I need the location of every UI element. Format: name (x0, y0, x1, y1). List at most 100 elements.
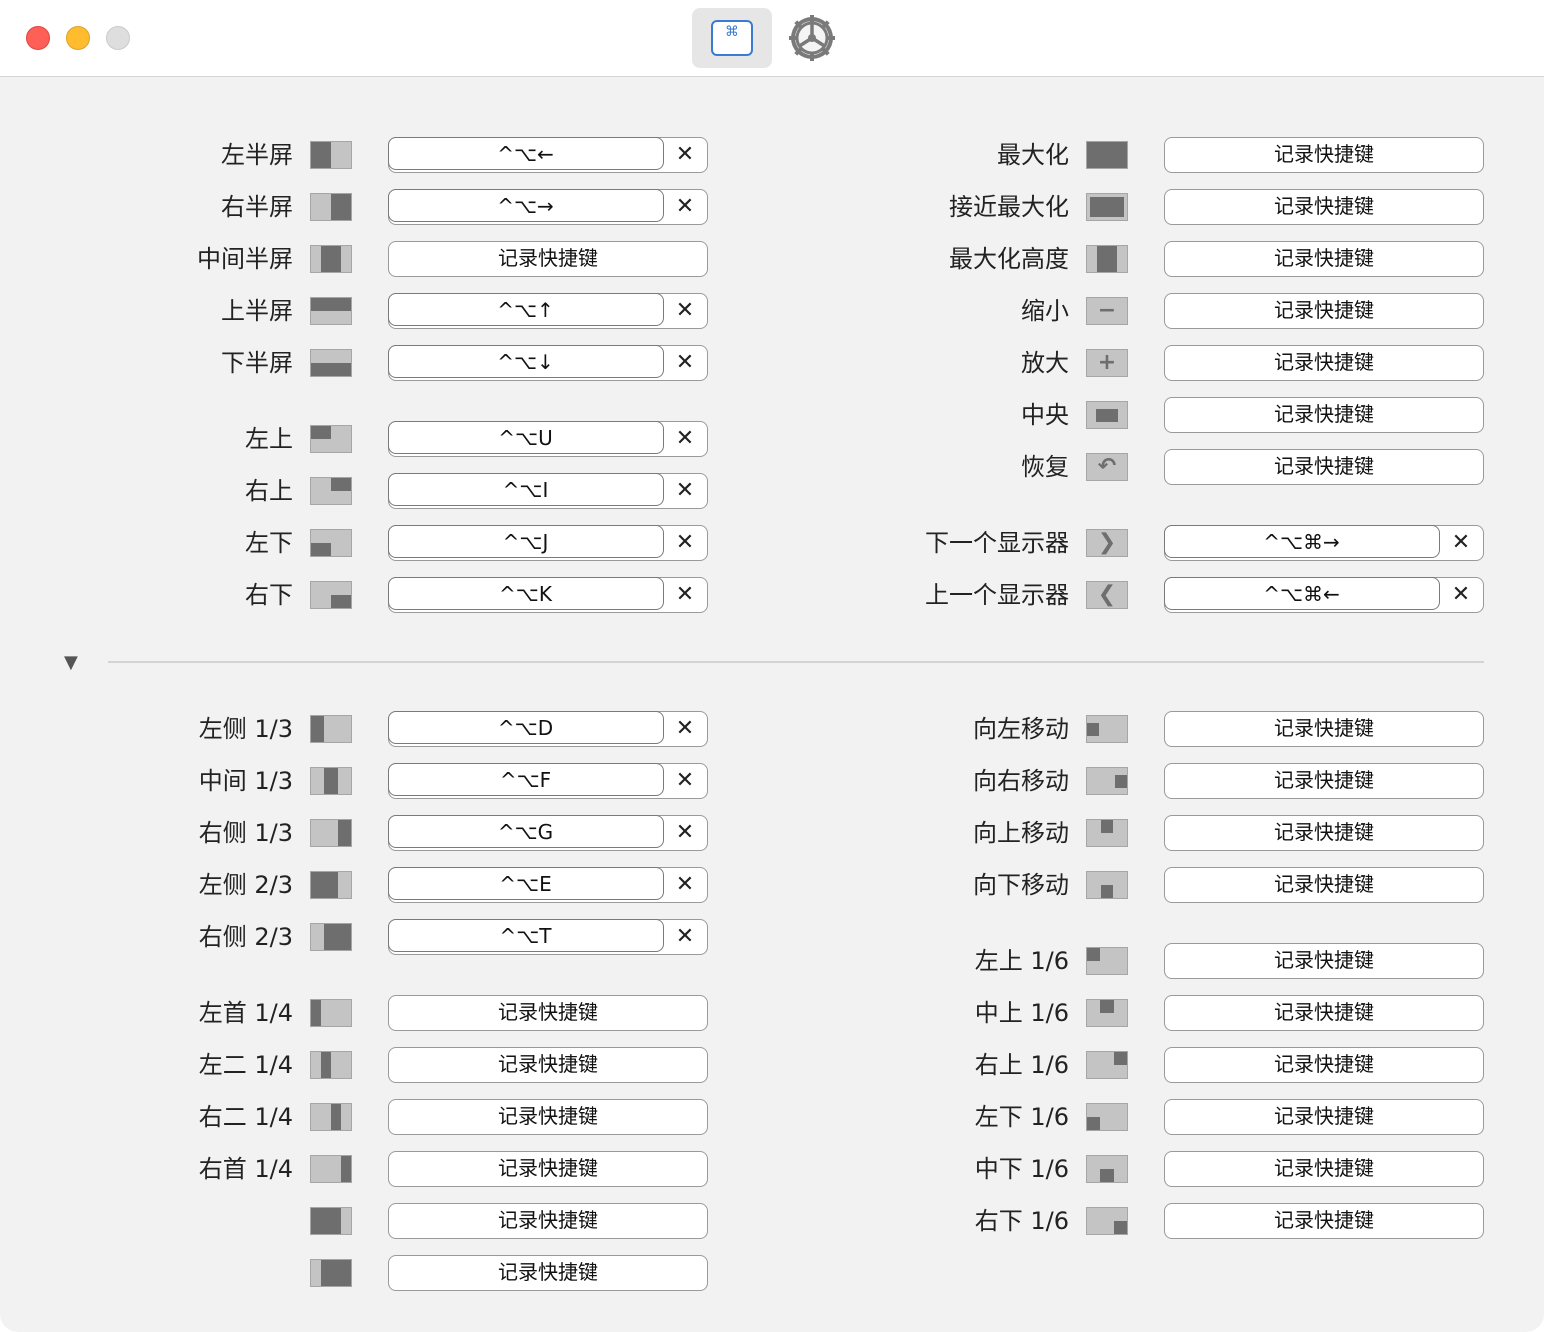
shortcut-recorder[interactable]: 记录快捷键 (1164, 763, 1484, 799)
record-shortcut-button[interactable]: 记录快捷键 (1165, 294, 1483, 327)
shortcut-recorder[interactable]: 记录快捷键 (1164, 189, 1484, 225)
close-window-button[interactable] (26, 26, 50, 50)
disclosure-triangle-icon[interactable]: ▼ (64, 652, 78, 673)
shortcut-recorder[interactable]: 记录快捷键 (1164, 995, 1484, 1031)
maximize-height-icon (1086, 245, 1128, 273)
keyboard-command-icon: ⌘ (711, 20, 753, 56)
shortcut-recorder[interactable]: 记录快捷键 (1164, 1099, 1484, 1135)
record-shortcut-button[interactable]: 记录快捷键 (1165, 712, 1483, 745)
shortcut-row-restore: 恢复 ↶ 记录快捷键 (0, 449, 1544, 485)
record-shortcut-button[interactable]: 记录快捷键 (1165, 764, 1483, 797)
shortcut-label: 向左移动 (973, 715, 1069, 743)
shortcut-row-move-left: 向左移动 记录快捷键 (0, 711, 1544, 747)
move-up-icon (1086, 819, 1128, 847)
shortcut-row-move-up: 向上移动 记录快捷键 (0, 815, 1544, 851)
gear-icon (789, 15, 835, 61)
record-shortcut-button[interactable]: 记录快捷键 (1165, 450, 1483, 483)
shortcut-row-bottom-right-sixth: 右下 1/6 记录快捷键 (0, 1203, 1544, 1239)
record-shortcut-button[interactable]: 记录快捷键 (389, 1256, 707, 1289)
shortcut-recorder[interactable]: ^⌥⌘→ ✕ (1163, 524, 1484, 561)
record-shortcut-button[interactable]: 记录快捷键 (1165, 242, 1483, 275)
shortcut-label: 放大 (1021, 349, 1069, 377)
shortcut-label: 右上 1/6 (974, 1051, 1069, 1079)
record-shortcut-button[interactable]: 记录快捷键 (1165, 1048, 1483, 1081)
top-right-sixth-icon (1086, 1051, 1128, 1079)
shortcut-row-maximize-height: 最大化高度 记录快捷键 (0, 241, 1544, 277)
shortcut-recorder[interactable]: ^⌥⌘← ✕ (1163, 576, 1484, 613)
shortcut-row-bottom-center-sixth: 中下 1/6 记录快捷键 (0, 1151, 1544, 1187)
shortcut-label: 恢复 (1021, 453, 1069, 481)
shortcut-label: 上一个显示器 (925, 581, 1069, 609)
shortcut-label: 最大化 (997, 141, 1069, 169)
bottom-center-sixth-icon (1086, 1155, 1128, 1183)
shortcut-recorder[interactable]: 记录快捷键 (388, 1255, 708, 1291)
record-shortcut-button[interactable]: 记录快捷键 (1165, 1152, 1483, 1185)
smaller-icon: − (1086, 297, 1128, 325)
record-shortcut-button[interactable]: 记录快捷键 (1165, 190, 1483, 223)
bottom-left-sixth-icon (1086, 1103, 1128, 1131)
shortcut-row-smaller: 缩小 − 记录快捷键 (0, 293, 1544, 329)
shortcut-recorder[interactable]: 记录快捷键 (1164, 943, 1484, 979)
shortcut-recorder[interactable]: 记录快捷键 (1164, 1203, 1484, 1239)
shortcut-recorder[interactable]: 记录快捷键 (1164, 449, 1484, 485)
shortcut-recorder[interactable]: 记录快捷键 (1164, 345, 1484, 381)
shortcut-label: 中上 1/6 (974, 999, 1069, 1027)
record-shortcut-button[interactable]: 记录快捷键 (1165, 944, 1483, 977)
shortcut-row-larger: 放大 + 记录快捷键 (0, 345, 1544, 381)
shortcut-recorder[interactable]: 记录快捷键 (1164, 1047, 1484, 1083)
record-shortcut-button[interactable]: 记录快捷键 (1165, 398, 1483, 431)
restore-icon: ↶ (1086, 453, 1128, 481)
move-left-icon (1086, 715, 1128, 743)
shortcut-label: 右下 1/6 (974, 1207, 1069, 1235)
maximize-icon (1086, 141, 1128, 169)
clear-shortcut-icon[interactable]: ✕ (1439, 578, 1483, 611)
top-center-sixth-icon (1086, 999, 1128, 1027)
shortcut-row-move-down: 向下移动 记录快捷键 (0, 867, 1544, 903)
shortcut-value[interactable]: ^⌥⌘← (1163, 576, 1440, 610)
center-icon (1086, 401, 1128, 429)
shortcut-recorder[interactable]: 记录快捷键 (1164, 815, 1484, 851)
shortcut-label: 向下移动 (973, 871, 1069, 899)
prev-display-icon: ❮ (1086, 581, 1128, 609)
record-shortcut-button[interactable]: 记录快捷键 (1165, 816, 1483, 849)
shortcut-row-top-right-sixth: 右上 1/6 记录快捷键 (0, 1047, 1544, 1083)
shortcut-label: 缩小 (1021, 297, 1069, 325)
shortcut-row-bottom-left-sixth: 左下 1/6 记录快捷键 (0, 1099, 1544, 1135)
shortcut-row-almost-maximize: 接近最大化 记录快捷键 (0, 189, 1544, 225)
shortcut-recorder[interactable]: 记录快捷键 (1164, 1151, 1484, 1187)
shortcut-recorder[interactable]: 记录快捷键 (1164, 241, 1484, 277)
shortcut-row-top-center-sixth: 中上 1/6 记录快捷键 (0, 995, 1544, 1031)
record-shortcut-button[interactable]: 记录快捷键 (1165, 346, 1483, 379)
record-shortcut-button[interactable]: 记录快捷键 (1165, 1100, 1483, 1133)
shortcut-recorder[interactable]: 记录快捷键 (1164, 867, 1484, 903)
record-shortcut-button[interactable]: 记录快捷键 (1165, 138, 1483, 171)
move-right-icon (1086, 767, 1128, 795)
zoom-window-button[interactable] (106, 26, 130, 50)
larger-icon: + (1086, 349, 1128, 377)
shortcut-value[interactable]: ^⌥⌘→ (1163, 524, 1440, 558)
tab-settings[interactable] (772, 8, 852, 68)
shortcut-row-center: 中央 记录快捷键 (0, 397, 1544, 433)
record-shortcut-button[interactable]: 记录快捷键 (1165, 868, 1483, 901)
shortcut-label (0, 1255, 293, 1291)
shortcut-recorder[interactable]: 记录快捷键 (1164, 293, 1484, 329)
last-three-fourths-icon (310, 1259, 352, 1287)
shortcut-label: 向上移动 (973, 819, 1069, 847)
shortcut-row-top-left-sixth: 左上 1/6 记录快捷键 (0, 943, 1544, 979)
clear-shortcut-icon[interactable]: ✕ (1439, 526, 1483, 559)
tab-shortcuts[interactable]: ⌘ (692, 8, 772, 68)
section-divider (108, 661, 1484, 663)
shortcut-label: 最大化高度 (949, 245, 1069, 273)
shortcut-row-maximize: 最大化 记录快捷键 (0, 137, 1544, 173)
record-shortcut-button[interactable]: 记录快捷键 (1165, 996, 1483, 1029)
shortcut-recorder[interactable]: 记录快捷键 (1164, 397, 1484, 433)
shortcut-label: 左下 1/6 (974, 1103, 1069, 1131)
shortcut-recorder[interactable]: 记录快捷键 (1164, 137, 1484, 173)
shortcut-label: 向右移动 (973, 767, 1069, 795)
top-left-sixth-icon (1086, 947, 1128, 975)
shortcut-recorder[interactable]: 记录快捷键 (1164, 711, 1484, 747)
shortcut-row-last-three-fourths: 记录快捷键 (0, 1255, 1544, 1291)
settings-window: ⌘ 左半屏 ^⌥← ✕ 右半屏 ^⌥→ ✕ 中间半屏 记录快捷键 上半屏 ^⌥↑… (0, 0, 1544, 1332)
record-shortcut-button[interactable]: 记录快捷键 (1165, 1204, 1483, 1237)
minimize-window-button[interactable] (66, 26, 90, 50)
